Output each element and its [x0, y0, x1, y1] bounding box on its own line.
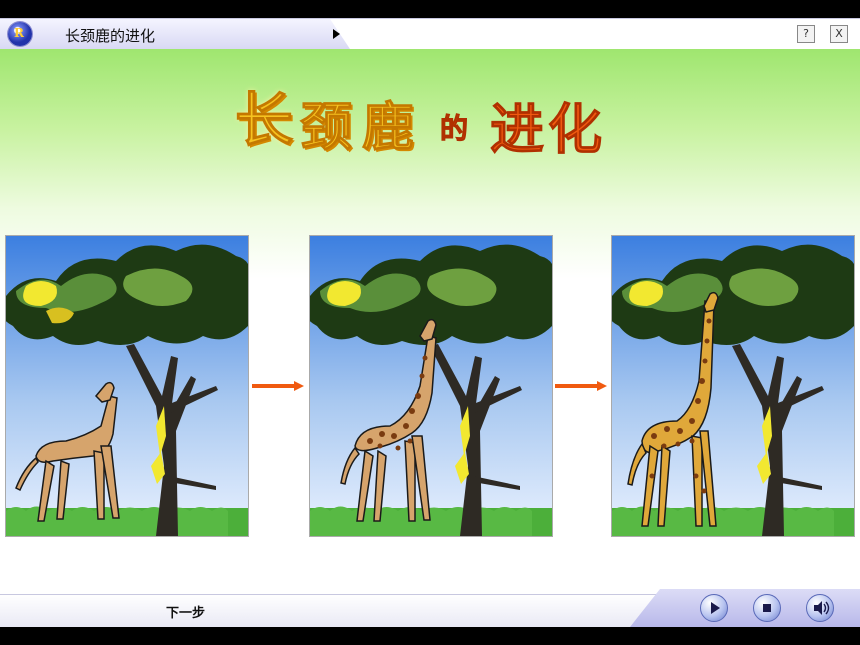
- window-title: 长颈鹿的进化: [65, 27, 156, 45]
- arrow-right-icon: [252, 381, 304, 391]
- close-button[interactable]: X: [830, 25, 848, 43]
- heading-char-3: 鹿: [361, 97, 415, 159]
- play-button[interactable]: [700, 594, 728, 622]
- title-tab: [0, 19, 350, 49]
- heading-char-2: 颈: [299, 97, 353, 159]
- media-controls: [630, 589, 860, 627]
- arrow-right-icon: [555, 381, 607, 391]
- slide-area: 长 颈 鹿 的 进 化: [0, 49, 860, 594]
- next-step-button[interactable]: 下一步: [166, 602, 205, 621]
- giraffe-stage-2-image: [309, 235, 553, 537]
- slide-heading: 长 颈 鹿 的 进 化: [0, 63, 860, 163]
- heading-char-1: 长: [234, 86, 294, 155]
- bottom-bar: 下一步: [0, 589, 860, 627]
- heading-char-4: 的: [439, 112, 469, 146]
- logo-icon: R: [8, 22, 32, 46]
- giraffe-stage-3-image: [611, 235, 855, 537]
- stop-icon: [763, 604, 771, 612]
- sound-icon: [814, 601, 830, 615]
- giraffe-stage-1-image: [5, 235, 249, 537]
- play-icon: [711, 602, 720, 614]
- help-button[interactable]: ?: [797, 25, 815, 43]
- expand-arrow-icon[interactable]: [333, 29, 340, 39]
- sound-button[interactable]: [806, 594, 834, 622]
- heading-char-5: 进: [490, 97, 545, 162]
- stop-button[interactable]: [753, 594, 781, 622]
- heading-char-6: 化: [548, 97, 603, 162]
- title-bar: R 长颈鹿的进化 ? X: [0, 18, 860, 50]
